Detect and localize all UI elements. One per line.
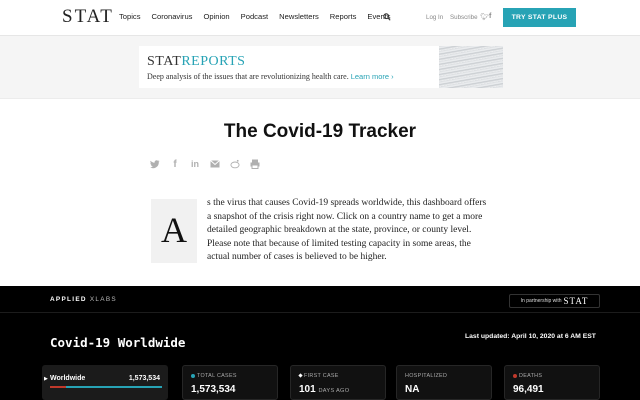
banner-brand: STATREPORTS bbox=[147, 54, 245, 70]
share-bar: f in bbox=[150, 158, 270, 170]
nav-opinion[interactable]: Opinion bbox=[203, 12, 229, 21]
region-bar bbox=[50, 386, 162, 388]
stat-reports-banner[interactable]: STATREPORTS Deep analysis of the issues … bbox=[139, 46, 503, 88]
region-label: Worldwide bbox=[50, 375, 86, 382]
total-cases-label-text: TOTAL CASES bbox=[197, 373, 237, 379]
first-case-card: FIRST CASE 101 DAYS AGO bbox=[290, 365, 386, 400]
partnership-text: In partnership with bbox=[520, 298, 562, 304]
page-title: The Covid-19 Tracker bbox=[223, 121, 417, 142]
deaths-dot-icon bbox=[513, 373, 517, 378]
deaths-card: DEATHS 96,491 bbox=[504, 365, 600, 400]
partnership-badge: In partnership with STAT bbox=[509, 294, 600, 308]
applied-xlabs-logo: APPLIED XLABS bbox=[50, 296, 117, 303]
reddit-share-icon[interactable] bbox=[230, 158, 240, 170]
total-cases-dot-icon bbox=[191, 373, 195, 378]
facebook-icon[interactable]: f bbox=[489, 13, 491, 20]
applied-text: APPLIED bbox=[50, 296, 87, 303]
dashboard-title: Covid-19 Worldwide bbox=[50, 335, 186, 350]
partnership-brand: STAT bbox=[563, 296, 589, 306]
main-nav: Topics Coronavirus Opinion Podcast Newsl… bbox=[119, 12, 402, 21]
first-case-value: 101 DAYS AGO bbox=[299, 384, 349, 395]
total-cases-label: TOTAL CASES bbox=[191, 373, 237, 379]
deaths-label-text: DEATHS bbox=[519, 373, 543, 379]
twitter-share-icon[interactable] bbox=[150, 158, 160, 170]
nav-coronavirus[interactable]: Coronavirus bbox=[152, 12, 193, 21]
total-cases-value: 1,573,534 bbox=[191, 384, 236, 395]
print-icon[interactable] bbox=[250, 158, 260, 170]
region-value: 1,573,534 bbox=[128, 375, 160, 382]
last-updated: Last updated: April 10, 2020 at 6 AM EST bbox=[465, 333, 596, 340]
first-case-number: 101 bbox=[299, 384, 316, 395]
banner-brand-stat: STAT bbox=[147, 54, 182, 69]
facebook-share-icon[interactable]: f bbox=[170, 158, 180, 170]
dashboard-divider bbox=[0, 312, 640, 313]
deaths-value: 96,491 bbox=[513, 384, 544, 395]
nav-reports[interactable]: Reports bbox=[330, 12, 357, 21]
drop-cap-letter: A bbox=[161, 210, 187, 250]
total-cases-card: TOTAL CASES 1,573,534 bbox=[182, 365, 278, 400]
hospitalized-value: NA bbox=[405, 384, 420, 395]
banner-paper-stack-image bbox=[439, 46, 503, 88]
try-stat-plus-button[interactable]: TRY STAT PLUS bbox=[503, 8, 576, 27]
nav-newsletters[interactable]: Newsletters bbox=[279, 12, 319, 21]
drop-cap: A bbox=[151, 199, 197, 263]
banner-tagline: Deep analysis of the issues that are rev… bbox=[147, 72, 394, 81]
region-bar-deaths bbox=[50, 386, 66, 388]
first-case-label-text: FIRST CASE bbox=[304, 373, 339, 379]
nav-topics[interactable]: Topics bbox=[119, 12, 141, 21]
expand-arrow-icon: ▶ bbox=[44, 376, 48, 382]
stat-logo[interactable]: STAT bbox=[62, 6, 114, 28]
search-icon[interactable] bbox=[383, 13, 391, 21]
twitter-icon[interactable]: 🐦︎ bbox=[480, 13, 489, 21]
hospitalized-label: HOSPITALIZED bbox=[405, 373, 448, 379]
subscribe-link[interactable]: Subscribe bbox=[450, 14, 478, 21]
learn-more-link[interactable]: Learn more › bbox=[351, 72, 394, 81]
covid-dashboard: APPLIED XLABS In partnership with STAT Co… bbox=[0, 286, 640, 400]
hospitalized-card: HOSPITALIZED NA bbox=[396, 365, 492, 400]
login-link[interactable]: Log In bbox=[426, 14, 443, 21]
xlabs-text: XLABS bbox=[89, 296, 117, 303]
linkedin-share-icon[interactable]: in bbox=[190, 158, 200, 170]
deaths-label: DEATHS bbox=[513, 373, 542, 379]
site-header: STAT Topics Coronavirus Opinion Podcast … bbox=[0, 0, 640, 36]
banner-brand-reports: REPORTS bbox=[181, 54, 246, 69]
ad-banner-area: STATREPORTS Deep analysis of the issues … bbox=[0, 36, 640, 99]
first-case-diamond-icon bbox=[298, 373, 303, 378]
intro-paragraph: s the virus that causes Covid-19 spreads… bbox=[207, 198, 487, 263]
first-case-label: FIRST CASE bbox=[298, 373, 339, 379]
first-case-unit: DAYS AGO bbox=[318, 388, 350, 394]
banner-tagline-text: Deep analysis of the issues that are rev… bbox=[147, 72, 349, 81]
nav-podcast[interactable]: Podcast bbox=[241, 12, 268, 21]
email-share-icon[interactable] bbox=[210, 158, 220, 170]
region-selector-worldwide[interactable]: ▶ Worldwide 1,573,534 bbox=[42, 365, 168, 400]
